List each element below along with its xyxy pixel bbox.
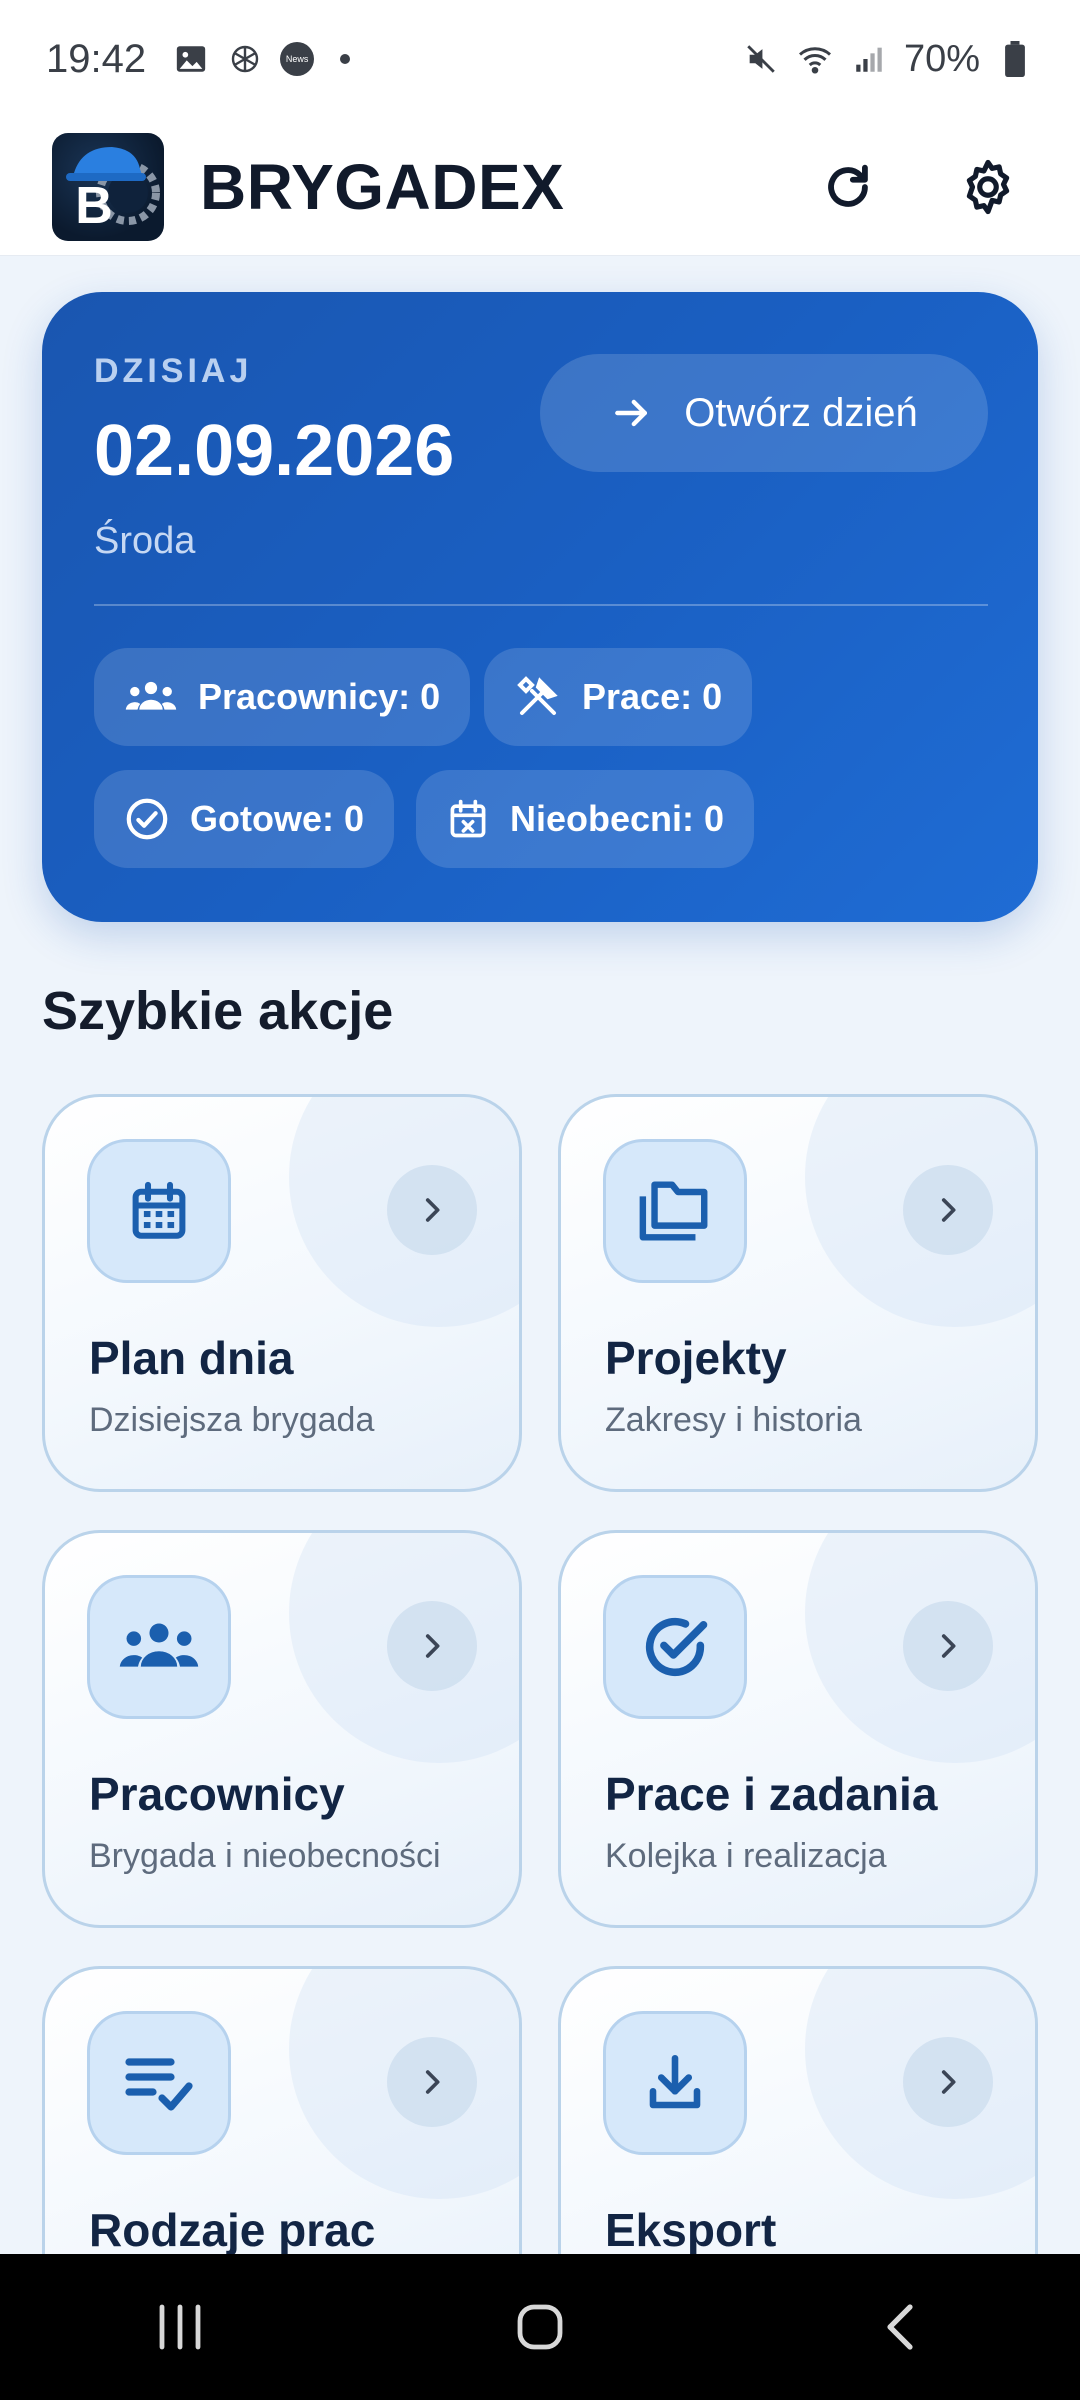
recent-apps-icon [159,2304,201,2350]
app-title: BRYGADEX [200,150,565,223]
logo-letter: B [75,177,113,235]
stat-chip-jobs: Prace: 0 [484,648,753,746]
stat-chip-workers: Pracownicy: 0 [94,648,471,746]
chevron-right-icon [941,1634,956,1658]
tile-icon-box [603,1139,747,1283]
tile-icon-box [87,2011,231,2155]
tile-icon-box [603,2011,747,2155]
tile-title: Projekty [605,1332,787,1384]
tile-icon-box [603,1575,747,1719]
stat-done-label: Gotowe: 0 [190,798,365,839]
people-icon [125,681,177,710]
stat-chip-absent: Nieobecni: 0 [416,770,755,868]
stat-absent-label: Nieobecni: 0 [510,798,725,839]
openai-icon [226,40,264,78]
settings-button[interactable] [948,147,1028,227]
tile-subtitle: Kolejka i realizacja [605,1837,887,1875]
tools-icon [517,676,558,715]
today-weekday: Środa [94,520,196,562]
status-time: 19:42 [46,36,147,81]
home-button[interactable] [480,2277,600,2377]
open-day-label: Otwórz dzień [684,390,918,435]
chevron-right-icon [425,2070,440,2094]
tile-title: Prace i zadania [605,1768,938,1820]
notification-dot [340,54,351,64]
tile-chevron [387,2037,477,2127]
mute-icon [742,40,780,78]
news-icon: News [280,42,315,76]
status-bar: 19:42 News 70% [0,0,1080,118]
back-button[interactable] [840,2277,960,2377]
back-icon [887,2304,913,2350]
tile-subtitle: Dzisiejsza brygada [89,1401,375,1439]
tile-workers[interactable]: Pracownicy Brygada i nieobecności [42,1530,522,1928]
calendar-x-icon [450,799,486,838]
battery-icon [996,40,1034,78]
refresh-icon [828,164,868,207]
chevron-right-icon [941,2070,956,2094]
chevron-right-icon [425,1198,440,1222]
stat-chip-done: Gotowe: 0 [94,770,395,868]
calendar-icon [132,1181,186,1239]
status-bar-left: 19:42 News [46,36,351,82]
download-icon [649,2054,701,2109]
tile-chevron [387,1165,477,1255]
folders-icon [639,1181,708,1241]
people-icon [119,1623,199,1667]
battery-percent: 70% [903,37,980,80]
today-card: DZISIAJ 02.09.2026 Środa Otwórz dzień Pr… [42,292,1038,922]
stat-jobs-label: Prace: 0 [582,676,723,717]
tile-icon-box [87,1139,231,1283]
tile-chevron [903,1165,993,1255]
tile-title: Pracownicy [89,1768,345,1820]
app-bar: B BRYGADEX [0,118,1080,256]
tile-title: Plan dnia [89,1332,294,1384]
tile-chevron [903,2037,993,2127]
tile-subtitle: Zakresy i historia [605,1401,862,1439]
tile-chevron [387,1601,477,1691]
chevron-right-icon [941,1198,956,1222]
tile-projects[interactable]: Projekty Zakresy i historia [558,1094,1038,1492]
gallery-icon [172,40,210,78]
quick-actions-title: Szybkie akcje [42,981,394,1041]
signal-icon [850,40,888,78]
tile-jobs-tasks[interactable]: Prace i zadania Kolejka i realizacja [558,1530,1038,1928]
system-navigation-bar [0,2254,1080,2400]
home-icon [517,2304,563,2350]
chevron-right-icon [425,1634,440,1658]
tile-icon-box [87,1575,231,1719]
today-divider [94,604,988,606]
settings-icon [966,159,1010,214]
tile-title: Rodzaje prac [89,2204,376,2256]
arrow-right-icon [615,399,648,427]
tile-day-plan[interactable]: Plan dnia Dzisiejsza brygada [42,1094,522,1492]
status-bar-right: 70% [742,38,1034,81]
recent-apps-button[interactable] [120,2277,240,2377]
list-check-icon [125,2058,193,2111]
today-label: DZISIAJ [94,352,253,390]
today-date: 02.09.2026 [94,411,455,491]
check-circle-icon [645,1617,708,1677]
check-circle-icon [126,798,168,840]
tile-subtitle: Brygada i nieobecności [89,1837,441,1875]
tile-chevron [903,1601,993,1691]
app-logo: B [52,132,164,241]
wifi-icon [796,40,834,78]
refresh-button[interactable] [808,147,888,227]
open-day-button[interactable]: Otwórz dzień [540,354,988,472]
tile-title: Eksport [605,2204,777,2256]
stat-workers-label: Pracownicy: 0 [198,676,441,717]
